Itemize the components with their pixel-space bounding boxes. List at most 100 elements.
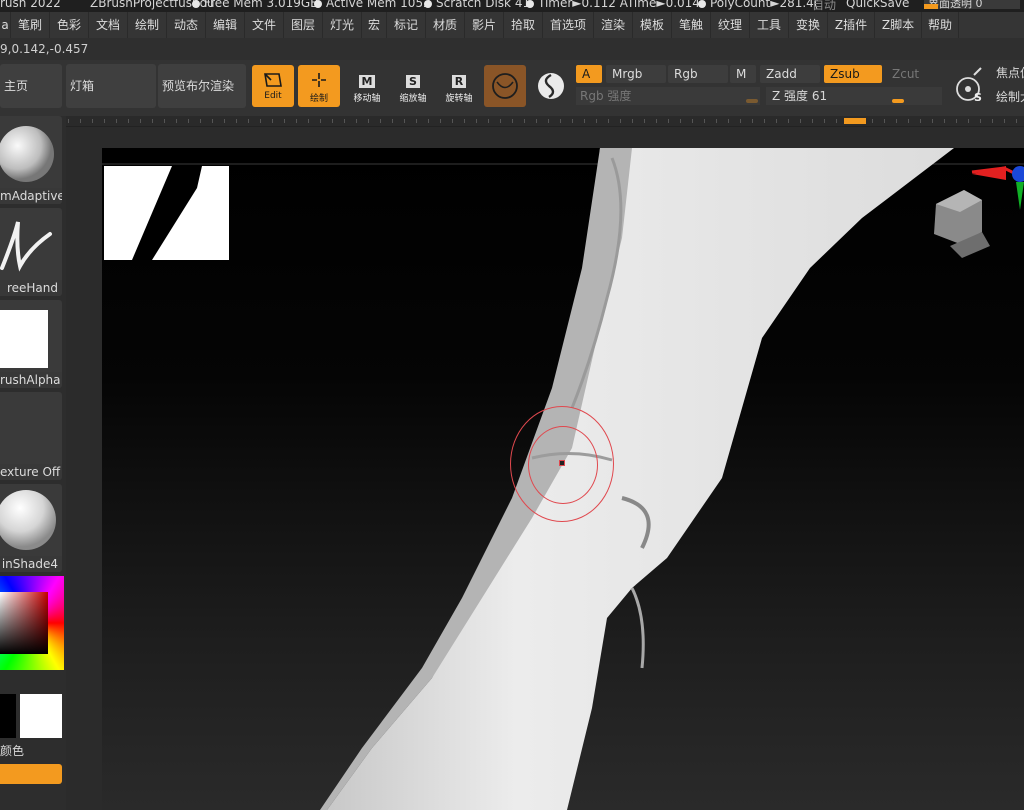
menu-item-15[interactable]: 首选项 xyxy=(543,12,594,38)
rgb-intensity-slider[interactable]: Rgb 强度 xyxy=(576,87,760,105)
material-sphere-button[interactable] xyxy=(484,65,526,107)
timeline-tick xyxy=(608,119,609,123)
timeline-thumb[interactable] xyxy=(844,118,866,124)
coordinate-readout-bar: 9,0.142,-0.457 xyxy=(0,38,1024,60)
spotlight-button[interactable]: S xyxy=(948,65,992,107)
timeline-tick xyxy=(632,119,633,123)
scale-button[interactable]: S 缩放轴 xyxy=(392,65,434,107)
menu-item-6[interactable]: 编辑 xyxy=(206,12,245,38)
timeline-tick xyxy=(524,119,525,123)
menu-item-9[interactable]: 灯光 xyxy=(323,12,362,38)
rgb-toggle[interactable]: Rgb xyxy=(668,65,728,83)
timeline-tick xyxy=(596,119,597,123)
bpr-button[interactable]: 预览布尔渲染 xyxy=(158,64,246,108)
mrgb-toggle[interactable]: Mrgb xyxy=(606,65,666,83)
menu-item-8[interactable]: 图层 xyxy=(284,12,323,38)
zcut-toggle[interactable]: Zcut xyxy=(886,65,940,83)
menu-item-4[interactable]: 绘制 xyxy=(128,12,167,38)
timeline-tick xyxy=(164,119,165,123)
edit-button[interactable]: Edit xyxy=(252,65,294,107)
app-title: rush 2022 xyxy=(0,0,61,10)
focal-shift-slider[interactable]: 焦点偏 xyxy=(996,64,1024,81)
rotate-icon: R xyxy=(448,71,470,89)
timeline-tick xyxy=(356,119,357,123)
timeline-tick xyxy=(512,119,513,123)
draw-button[interactable]: 绘制 xyxy=(298,65,340,107)
menu-item-0[interactable]: a xyxy=(0,12,11,38)
timeline-tick xyxy=(824,119,825,123)
color-label: 颜色 xyxy=(0,744,25,758)
fill-color-button[interactable] xyxy=(0,764,62,784)
home-button[interactable]: 主页 xyxy=(0,64,62,108)
menu-item-12[interactable]: 材质 xyxy=(426,12,465,38)
menu-item-14[interactable]: 拾取 xyxy=(504,12,543,38)
secondary-color-swatch[interactable] xyxy=(20,694,62,738)
color-picker-ring[interactable] xyxy=(0,576,64,670)
texture-thumbnail[interactable]: exture Off xyxy=(0,392,62,480)
rgb-intensity-label: Rgb 强度 xyxy=(580,89,632,103)
draw-size-slider[interactable]: 绘制大 xyxy=(996,88,1024,105)
menu-item-17[interactable]: 模板 xyxy=(633,12,672,38)
zsub-toggle[interactable]: Zsub xyxy=(824,65,882,83)
material-thumbnail[interactable]: inShade4 xyxy=(0,484,62,572)
menu-item-7[interactable]: 文件 xyxy=(245,12,284,38)
timeline-tick xyxy=(80,119,81,123)
ui-transparency-slider[interactable]: 界面透明 0 xyxy=(924,0,1020,10)
timeline-tick xyxy=(464,119,465,123)
menu-item-23[interactable]: Z脚本 xyxy=(875,12,922,38)
menu-item-3[interactable]: 文档 xyxy=(89,12,128,38)
menu-item-18[interactable]: 笔触 xyxy=(672,12,711,38)
menu-item-24[interactable]: 帮助 xyxy=(922,12,959,38)
timeline-tick xyxy=(296,119,297,123)
zadd-toggle[interactable]: Zadd xyxy=(760,65,820,83)
timeline-tick xyxy=(476,119,477,123)
head-navigation-icon[interactable] xyxy=(924,162,1024,272)
move-button[interactable]: M 移动轴 xyxy=(346,65,388,107)
timeline-tick xyxy=(428,119,429,123)
canvas-viewport[interactable] xyxy=(102,148,1024,810)
timeline-tick xyxy=(176,119,177,123)
rotate-button[interactable]: R 旋转轴 xyxy=(438,65,480,107)
timeline-tick xyxy=(800,119,801,123)
m-toggle[interactable]: M xyxy=(730,65,756,83)
timeline-tick xyxy=(152,119,153,123)
timeline-tick xyxy=(272,119,273,123)
spiral-button[interactable] xyxy=(530,65,572,107)
menu-item-10[interactable]: 宏 xyxy=(362,12,387,38)
menu-item-16[interactable]: 渲染 xyxy=(594,12,633,38)
alpha-thumbnail[interactable]: rushAlpha xyxy=(0,300,62,388)
timeline-tick xyxy=(380,119,381,123)
menu-item-2[interactable]: 色彩 xyxy=(50,12,89,38)
a-toggle[interactable]: A xyxy=(576,65,602,83)
timeline-tick xyxy=(1004,119,1005,123)
timeline-strip[interactable] xyxy=(66,116,1024,127)
z-intensity-slider[interactable]: Z 强度 61 xyxy=(766,87,942,105)
coordinate-readout: 9,0.142,-0.457 xyxy=(0,42,89,56)
timeline-tick xyxy=(752,119,753,123)
menu-item-11[interactable]: 标记 xyxy=(387,12,426,38)
timeline-tick xyxy=(692,119,693,123)
brush-thumbnail[interactable]: mAdaptive xyxy=(0,116,62,204)
timeline-tick xyxy=(668,119,669,123)
draw-label: 绘制 xyxy=(309,94,328,104)
timeline-tick xyxy=(116,119,117,123)
menu-item-22[interactable]: Z插件 xyxy=(828,12,875,38)
menu-item-21[interactable]: 变换 xyxy=(789,12,828,38)
menu-item-19[interactable]: 纹理 xyxy=(711,12,750,38)
menu-item-1[interactable]: 笔刷 xyxy=(11,12,50,38)
brush-label: mAdaptive xyxy=(0,188,62,204)
ui-transparency-fill xyxy=(924,4,938,9)
lightbox-button[interactable]: 灯箱 xyxy=(66,64,156,108)
timer-readout: Timer►0.112 ATime►0.014 xyxy=(538,0,700,10)
menu-item-5[interactable]: 动态 xyxy=(167,12,206,38)
main-color-swatch[interactable] xyxy=(0,694,16,738)
timeline-tick xyxy=(68,119,69,123)
color-picker-square[interactable] xyxy=(0,592,48,654)
menu-item-20[interactable]: 工具 xyxy=(750,12,789,38)
quicksave-button[interactable]: QuickSave xyxy=(846,0,909,10)
stroke-thumbnail[interactable]: reeHand xyxy=(0,208,62,296)
timeline-tick xyxy=(332,119,333,123)
menu-item-13[interactable]: 影片 xyxy=(465,12,504,38)
status-dot xyxy=(526,0,534,8)
move-label: 移动轴 xyxy=(353,94,381,104)
